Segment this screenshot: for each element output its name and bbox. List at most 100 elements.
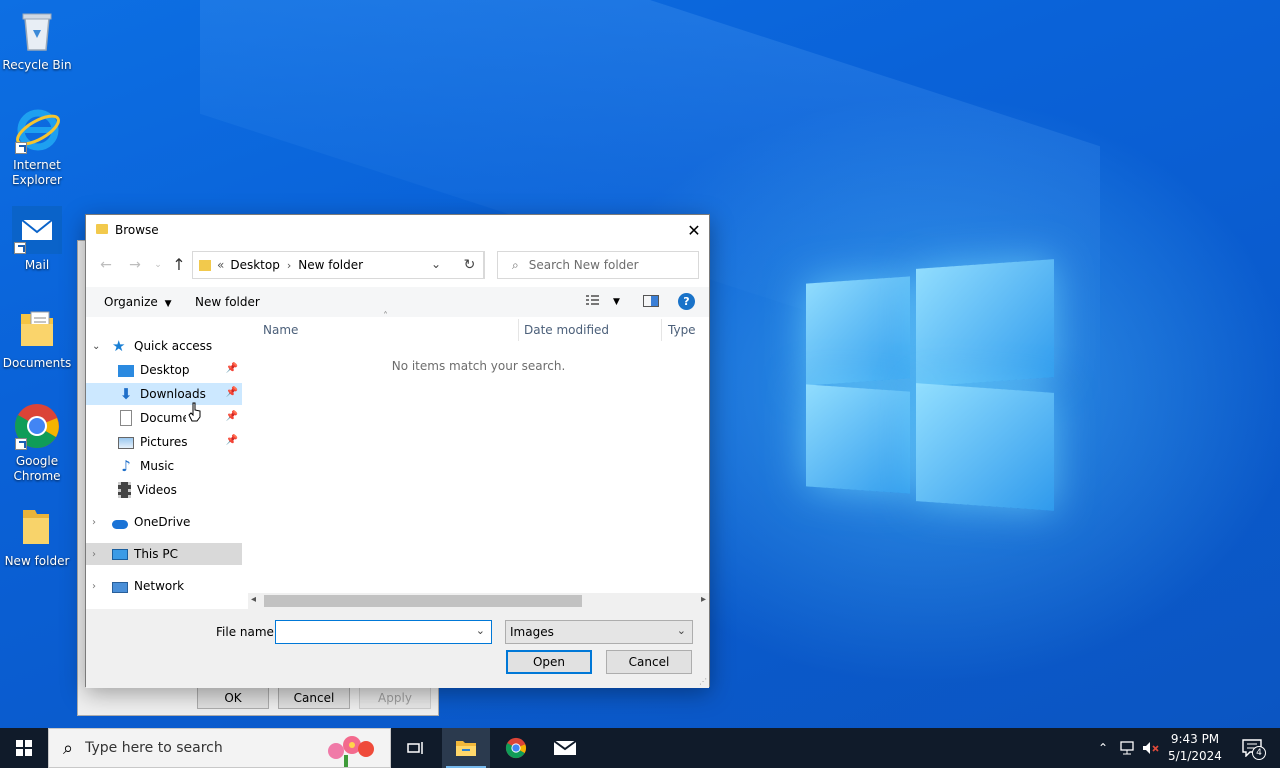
nav-item-music[interactable]: ♪ Music — [86, 455, 242, 477]
search-icon: ⌕ — [63, 737, 74, 759]
system-clock[interactable]: 9:43 PM 5/1/2024 — [1162, 731, 1228, 765]
desktop-icon-internet-explorer[interactable]: Internet Explorer — [0, 106, 74, 188]
pin-icon: 📌 — [225, 387, 238, 398]
volume-muted-icon[interactable] — [1140, 728, 1162, 768]
cancel-button[interactable]: Cancel — [606, 650, 692, 674]
windows-start-icon — [16, 740, 32, 756]
help-icon[interactable]: ? — [678, 293, 695, 310]
search-box[interactable]: ⌕ Search New folder — [497, 251, 699, 279]
change-view-icon[interactable] — [586, 294, 604, 309]
file-name-label: File name: — [216, 625, 278, 639]
desktop-icon-mail[interactable]: Mail — [0, 206, 74, 273]
desktop-icon-recycle-bin[interactable]: Recycle Bin — [0, 6, 74, 73]
file-name-input[interactable]: ⌄ — [275, 620, 492, 644]
pictures-icon — [118, 437, 134, 449]
ok-button[interactable]: OK — [197, 687, 269, 709]
breadcrumb-chevron-icon: › — [286, 258, 292, 272]
command-toolbar: Organize ▼ New folder ▼ ? — [86, 287, 709, 317]
address-bar[interactable]: « Desktop › New folder ⌄ — [192, 251, 484, 279]
file-name-dropdown-chevron-icon[interactable]: ⌄ — [476, 624, 485, 637]
nav-item-label: This PC — [134, 547, 178, 561]
expand-chevron-icon[interactable]: › — [92, 581, 104, 592]
desktop-icon-new-folder[interactable]: New folder — [0, 502, 74, 569]
back-arrow-icon[interactable]: ← — [96, 255, 116, 275]
resize-grip-icon[interactable]: ⋰ — [699, 677, 707, 686]
taskbar-search-input[interactable]: Type here to search — [85, 740, 223, 756]
column-separator[interactable] — [661, 319, 662, 341]
browse-dialog: Browse ✕ ← → ⌄ ↑ « Desktop › New folder … — [85, 214, 710, 688]
recent-locations-chevron-icon[interactable]: ⌄ — [148, 255, 168, 275]
nav-quick-access[interactable]: ⌄ ★ Quick access — [86, 335, 242, 357]
file-type-select[interactable]: Images ⌄ — [505, 620, 693, 644]
refresh-button[interactable]: ↻ — [455, 251, 485, 279]
pin-icon: 📌 — [225, 363, 238, 374]
dialog-footer: File name: ⌄ Images ⌄ Open Cancel ⋰ — [86, 609, 709, 688]
apply-button[interactable]: Apply — [359, 687, 431, 709]
search-icon: ⌕ — [512, 257, 519, 272]
action-center-button[interactable]: 4 — [1232, 728, 1272, 768]
expand-chevron-icon[interactable]: › — [92, 549, 104, 560]
pin-icon: 📌 — [225, 411, 238, 422]
task-view-button[interactable] — [392, 728, 440, 768]
column-header-type[interactable]: Type — [668, 323, 696, 337]
nav-item-label: Music — [140, 459, 175, 473]
network-icon — [112, 581, 128, 593]
column-separator[interactable] — [518, 319, 519, 341]
network-status-icon[interactable] — [1116, 728, 1138, 768]
mail-icon — [12, 206, 62, 254]
column-header-name[interactable]: Name — [263, 323, 298, 337]
scrollbar-thumb[interactable] — [264, 595, 582, 607]
view-dropdown-arrow-icon[interactable]: ▼ — [613, 297, 620, 307]
nav-item-downloads[interactable]: ⬇ Downloads 📌 — [86, 383, 242, 405]
folder-icon — [13, 502, 61, 550]
horizontal-scrollbar[interactable]: ◂ ▸ — [248, 593, 709, 609]
address-dropdown-chevron-icon[interactable]: ⌄ — [431, 257, 441, 271]
organize-button[interactable]: Organize ▼ — [104, 295, 172, 309]
nav-item-videos[interactable]: Videos — [86, 479, 242, 501]
shortcut-arrow-icon — [14, 242, 26, 254]
navigation-row: ← → ⌄ ↑ « Desktop › New folder ⌄ ↻ ⌕ Sea… — [86, 249, 709, 281]
empty-message: No items match your search. — [391, 359, 566, 373]
scroll-left-arrow-icon[interactable]: ◂ — [251, 594, 256, 605]
cancel-button[interactable]: Cancel — [278, 687, 350, 709]
file-explorer-taskbar-button[interactable] — [442, 728, 490, 768]
dialog-titlebar: Browse ✕ — [86, 215, 709, 245]
expand-chevron-icon[interactable]: › — [92, 517, 104, 528]
close-icon[interactable]: ✕ — [679, 215, 709, 245]
nav-item-label: Quick access — [134, 339, 213, 353]
notification-count-badge: 4 — [1252, 746, 1266, 760]
search-input[interactable]: Search New folder — [529, 258, 639, 272]
dropdown-arrow-icon: ▼ — [164, 299, 172, 309]
address-overflow[interactable]: « — [217, 258, 224, 272]
preview-pane-icon[interactable] — [643, 295, 659, 307]
new-folder-button[interactable]: New folder — [195, 295, 260, 309]
taskbar-search-box[interactable]: ⌕ Type here to search — [48, 728, 391, 768]
nav-item-documents[interactable]: Documents 📌 — [86, 407, 242, 429]
desktop-icon-documents[interactable]: Documents — [0, 304, 74, 371]
nav-onedrive[interactable]: › OneDrive — [86, 511, 242, 533]
show-hidden-icons-chevron-icon[interactable]: ⌃ — [1092, 728, 1114, 768]
dialog-title: Browse — [115, 223, 159, 237]
forward-arrow-icon[interactable]: → — [125, 255, 145, 275]
nav-item-label: OneDrive — [134, 515, 191, 529]
mail-taskbar-button[interactable] — [541, 728, 589, 768]
nav-item-pictures[interactable]: Pictures 📌 — [86, 431, 242, 453]
nav-item-desktop[interactable]: Desktop 📌 — [86, 359, 242, 381]
nav-item-label: Documents — [140, 411, 186, 425]
open-button[interactable]: Open — [506, 650, 592, 674]
nav-this-pc[interactable]: › This PC — [86, 543, 242, 565]
expand-chevron-icon[interactable]: ⌄ — [92, 341, 104, 352]
start-button[interactable] — [0, 728, 48, 768]
up-arrow-icon[interactable]: ↑ — [169, 255, 189, 275]
chrome-taskbar-button[interactable] — [492, 728, 540, 768]
nav-item-label: Pictures — [140, 435, 188, 449]
scroll-right-arrow-icon[interactable]: ▸ — [701, 594, 706, 605]
desktop-icon-label: Google Chrome — [13, 454, 61, 483]
breadcrumb-new-folder[interactable]: New folder — [298, 258, 363, 272]
file-type-dropdown-chevron-icon[interactable]: ⌄ — [677, 624, 686, 637]
nav-network[interactable]: › Network — [86, 575, 242, 597]
nav-item-label: Videos — [137, 483, 177, 497]
breadcrumb-desktop[interactable]: Desktop — [230, 258, 280, 272]
column-header-date-modified[interactable]: Date modified — [524, 323, 609, 337]
desktop-icon-google-chrome[interactable]: Google Chrome — [0, 402, 74, 484]
